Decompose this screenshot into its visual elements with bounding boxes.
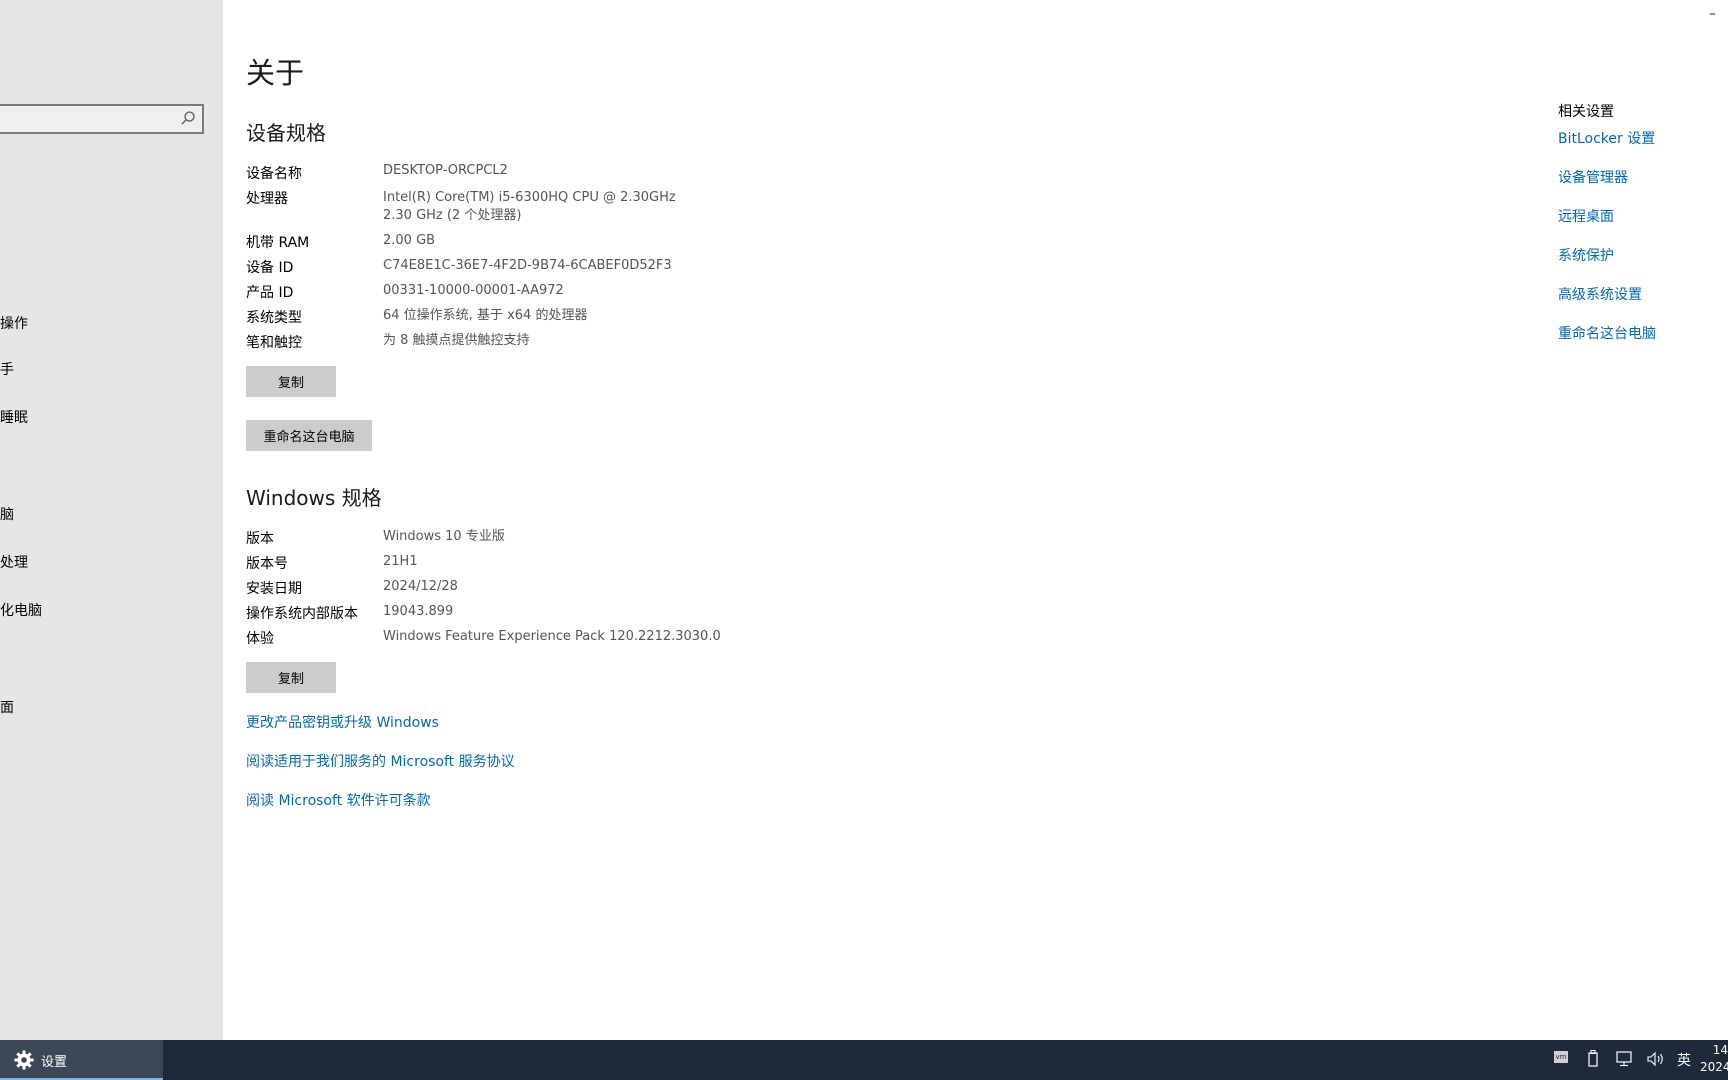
- page-title: 关于: [246, 56, 305, 90]
- spec-label: 操作系统内部版本: [246, 606, 358, 622]
- spec-value: 21H1: [383, 554, 418, 569]
- services-agreement-link[interactable]: 阅读适用于我们服务的 Microsoft 服务协议: [246, 751, 515, 771]
- nav-item[interactable]: 面: [0, 697, 14, 717]
- nav-item[interactable]: 脑: [0, 504, 14, 524]
- spec-value: DESKTOP-ORCPCL2: [383, 163, 508, 178]
- spec-label: 安装日期: [246, 581, 302, 597]
- clock-date: 2024: [1700, 1060, 1728, 1074]
- spec-label: 设备 ID: [246, 260, 294, 276]
- taskbar-settings-app[interactable]: 设置: [0, 1040, 163, 1080]
- copy-device-specs-button[interactable]: 复制: [246, 366, 336, 397]
- spec-value: Windows Feature Experience Pack 120.2212…: [383, 629, 721, 644]
- spec-label: 设备名称: [246, 166, 302, 182]
- spec-label: 产品 ID: [246, 285, 294, 301]
- spec-label: 体验: [246, 631, 274, 647]
- license-terms-link[interactable]: 阅读 Microsoft 软件许可条款: [246, 790, 431, 810]
- clock-time: 14: [1712, 1043, 1728, 1057]
- clock[interactable]: 14 2024: [1700, 1042, 1728, 1076]
- search-icon: [181, 111, 195, 125]
- nav-item[interactable]: 处理: [0, 552, 28, 572]
- spec-value: Intel(R) Core(TM) i5-6300HQ CPU @ 2.30GH…: [383, 190, 676, 205]
- taskbar-app-label: 设置: [41, 1055, 68, 1070]
- spec-value: 2.30 GHz (2 个处理器): [383, 208, 522, 223]
- volume-icon[interactable]: [1647, 1051, 1665, 1067]
- nav-pane: 操作 手 睡眠 脑 处理 化电脑 面: [0, 0, 223, 1040]
- device-specs-title: 设备规格: [246, 121, 326, 145]
- spec-label: 版本: [246, 531, 274, 547]
- spec-label: 笔和触控: [246, 335, 302, 351]
- gear-icon: [14, 1050, 34, 1070]
- spec-value: 00331-10000-00001-AA972: [383, 283, 564, 298]
- nav-item[interactable]: 睡眠: [0, 407, 28, 427]
- taskbar: 设置 vm 英 14 2024: [0, 1040, 1728, 1080]
- bitlocker-settings-link[interactable]: BitLocker 设置: [1558, 128, 1655, 148]
- spec-value: Windows 10 专业版: [383, 529, 505, 544]
- system-protection-link[interactable]: 系统保护: [1558, 245, 1614, 265]
- advanced-system-settings-link[interactable]: 高级系统设置: [1558, 284, 1642, 304]
- change-product-key-link[interactable]: 更改产品密钥或升级 Windows: [246, 712, 439, 732]
- network-icon[interactable]: [1616, 1051, 1634, 1067]
- spec-value: C74E8E1C-36E7-4F2D-9B74-6CABEF0D52F3: [383, 258, 672, 273]
- windows-specs-title: Windows 规格: [246, 486, 382, 510]
- remote-desktop-link[interactable]: 远程桌面: [1558, 206, 1614, 226]
- spec-label: 系统类型: [246, 310, 302, 326]
- spec-value: 为 8 触摸点提供触控支持: [383, 333, 530, 348]
- spec-value: 64 位操作系统, 基于 x64 的处理器: [383, 308, 588, 323]
- device-manager-link[interactable]: 设备管理器: [1558, 167, 1628, 187]
- spec-label: 版本号: [246, 556, 288, 572]
- spec-value: 2024/12/28: [383, 579, 458, 594]
- search-input[interactable]: [0, 104, 204, 134]
- vmware-tray-icon[interactable]: vm: [1554, 1051, 1568, 1063]
- minimize-button[interactable]: –: [1709, 6, 1716, 22]
- copy-windows-specs-button[interactable]: 复制: [246, 662, 336, 693]
- rename-pc-button[interactable]: 重命名这台电脑: [246, 420, 372, 451]
- spec-label: 处理器: [246, 191, 288, 207]
- nav-item[interactable]: 操作: [0, 313, 28, 333]
- spec-value: 19043.899: [383, 604, 454, 619]
- rename-pc-link[interactable]: 重命名这台电脑: [1558, 323, 1656, 343]
- spec-value: 2.00 GB: [383, 233, 436, 248]
- usb-icon[interactable]: [1587, 1050, 1599, 1068]
- input-method-indicator[interactable]: 英: [1677, 1050, 1691, 1070]
- nav-item[interactable]: 手: [0, 359, 14, 379]
- spec-label: 机带 RAM: [246, 235, 310, 251]
- nav-item[interactable]: 化电脑: [0, 600, 42, 620]
- related-settings-title: 相关设置: [1558, 104, 1614, 120]
